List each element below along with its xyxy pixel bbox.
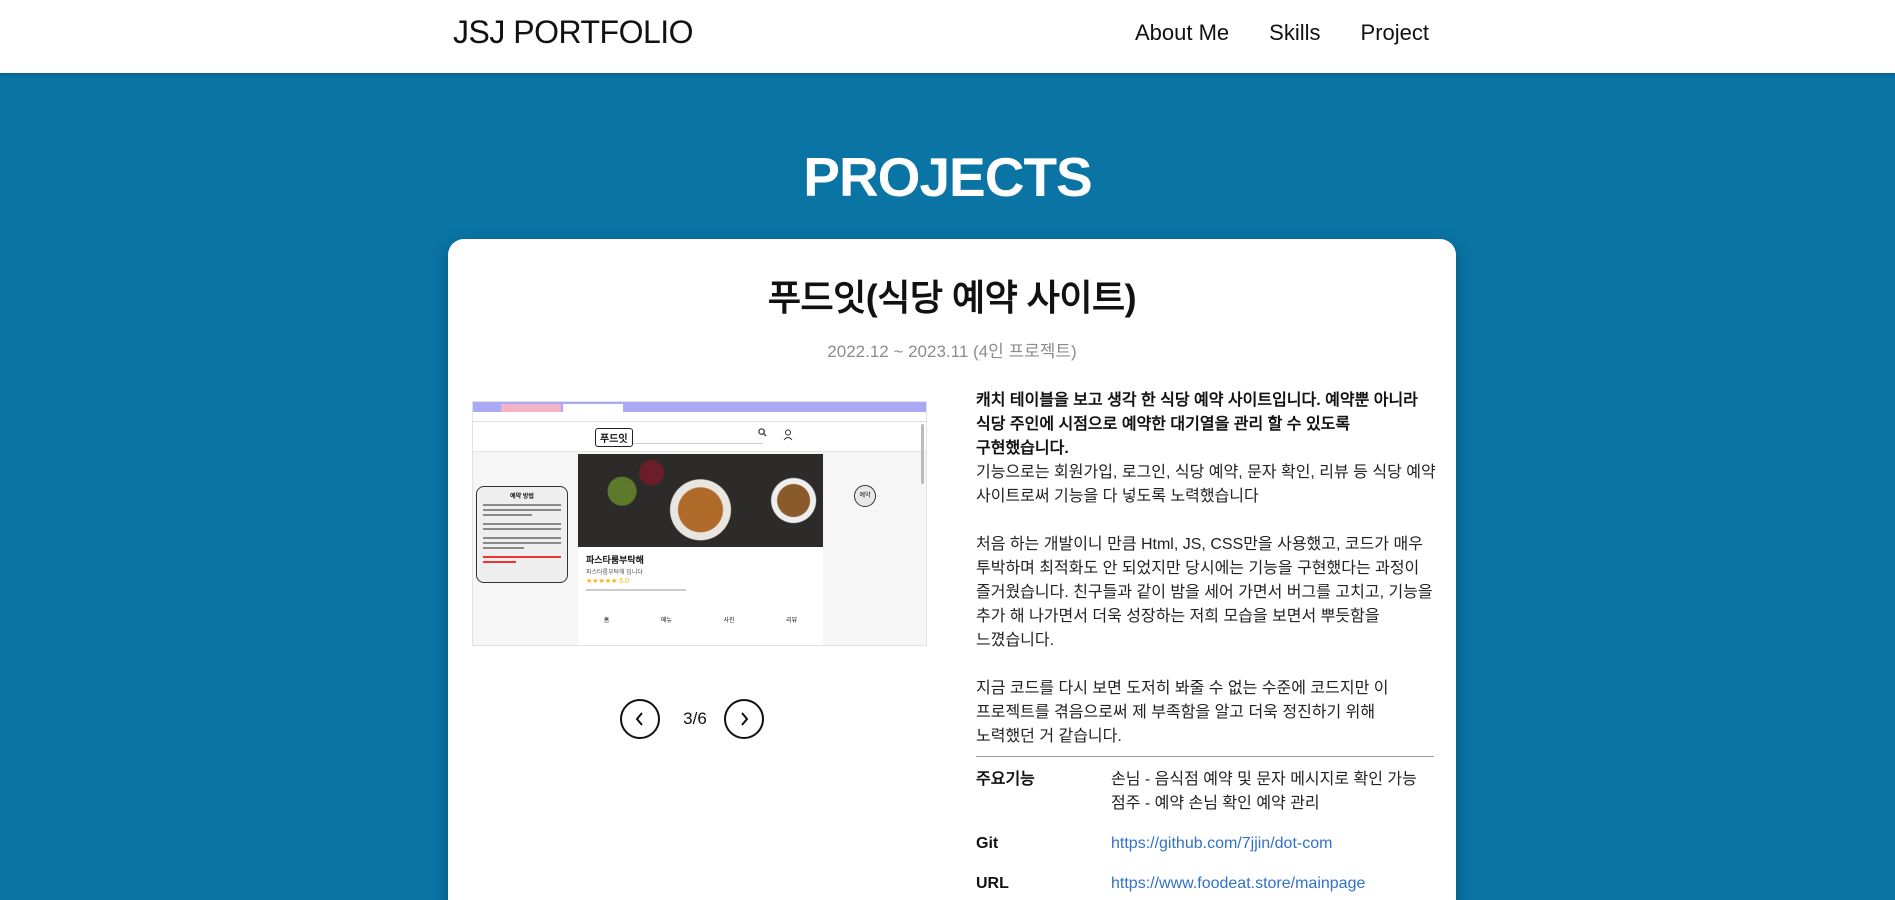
restaurant-info: 파스타룸부탁해 파스타룸부탁해 입니다 ★★★★★ 5.0 홈 메뉴 사진 리뷰 (578, 547, 823, 645)
tab-home: 홈 (603, 618, 610, 624)
screenshot-scrollbar (921, 424, 924, 484)
reserve-round-button: 예약 (854, 485, 876, 507)
user-icon (783, 428, 793, 441)
top-navbar: JSJ PORTFOLIO About Me Skills Project (0, 0, 1895, 73)
description-paragraph: 지금 코드를 다시 보면 도저히 봐줄 수 없는 수준에 코드지만 이 프로젝트… (976, 680, 1389, 745)
git-link[interactable]: https://github.com/7jjin/dot-com (1111, 835, 1332, 852)
next-image-button[interactable] (724, 699, 764, 739)
git-label: Git (976, 835, 999, 852)
feature-item: 점주 - 예약 손님 확인 예약 관리 (1111, 795, 1320, 812)
browser-tab (563, 404, 623, 412)
restaurant-name: 파스타룸부탁해 (586, 555, 644, 565)
chevron-right-icon (741, 712, 749, 726)
section-title: PROJECTS (803, 146, 1092, 208)
browser-tab (501, 404, 561, 412)
project-title: 푸드잇(식당 예약 사이트) (767, 277, 1137, 318)
prev-image-button[interactable] (620, 699, 660, 739)
site-link[interactable]: https://www.foodeat.store/mainpage (1111, 875, 1365, 892)
project-screenshot: 푸드잇 예약 방법 예약 파스타룸부탁해 파스타룸부탁해 입니다 ★★★★★ 5… (472, 401, 927, 646)
main-nav: About Me Skills Project (1135, 20, 1429, 46)
nav-skills[interactable]: Skills (1269, 20, 1320, 46)
reservation-guide-title: 예약 방법 (510, 494, 534, 500)
rating-stars: ★★★★★ 5.0 (586, 578, 630, 585)
site-header: 푸드잇 (473, 422, 926, 452)
brand-logo[interactable]: JSJ PORTFOLIO (453, 14, 694, 51)
features-list: 손님 - 음식점 예약 및 문자 메시지로 확인 가능 점주 - 예약 손님 확… (1111, 768, 1417, 816)
browser-addressbar (473, 412, 926, 422)
food-photo (578, 454, 823, 547)
description-features-text: 기능으로는 회원가입, 로그인, 식당 예약, 문자 확인, 리뷰 등 식당 예… (976, 464, 1436, 505)
description-paragraph: 처음 하는 개발이니 만큼 Html, JS, CSS만을 사용했고, 코드가 … (976, 536, 1433, 649)
description-highlight: 캐치 테이블을 보고 생각 한 식당 예약 사이트입니다. 예약뿐 아니라 식당… (976, 392, 1418, 457)
tab-reviews: 리뷰 (786, 618, 798, 624)
project-description: 캐치 테이블을 보고 생각 한 식당 예약 사이트입니다. 예약뿐 아니라 식당… (976, 389, 1436, 773)
features-label: 주요기능 (976, 771, 1035, 788)
chevron-left-icon (635, 712, 643, 726)
tab-menu: 메뉴 (660, 618, 672, 624)
feature-item: 손님 - 음식점 예약 및 문자 메시지로 확인 가능 (1111, 771, 1417, 788)
project-period: 2022.12 ~ 2023.11 (4인 프로젝트) (827, 342, 1077, 361)
restaurant-tabs: 홈 메뉴 사진 리뷰 (578, 615, 823, 624)
nav-about-me[interactable]: About Me (1135, 20, 1229, 46)
divider (976, 756, 1434, 757)
image-pager: 3/6 (620, 699, 768, 739)
site-logo: 푸드잇 (595, 428, 633, 447)
tab-photos: 사진 (723, 618, 735, 624)
search-icon (758, 428, 767, 439)
pager-count: 3/6 (683, 709, 707, 728)
reservation-guide-box: 예약 방법 (476, 486, 568, 583)
description-paragraph: 캐치 테이블을 보고 생각 한 식당 예약 사이트입니다. 예약뿐 아니라 식당… (976, 389, 1436, 509)
info-line (586, 589, 686, 591)
url-label: URL (976, 875, 1009, 892)
restaurant-sub: 파스타룸부탁해 입니다 (586, 570, 643, 576)
site-search-bar (633, 443, 763, 444)
nav-project[interactable]: Project (1361, 20, 1429, 46)
project-card: 푸드잇(식당 예약 사이트) 2022.12 ~ 2023.11 (4인 프로젝… (448, 239, 1456, 900)
